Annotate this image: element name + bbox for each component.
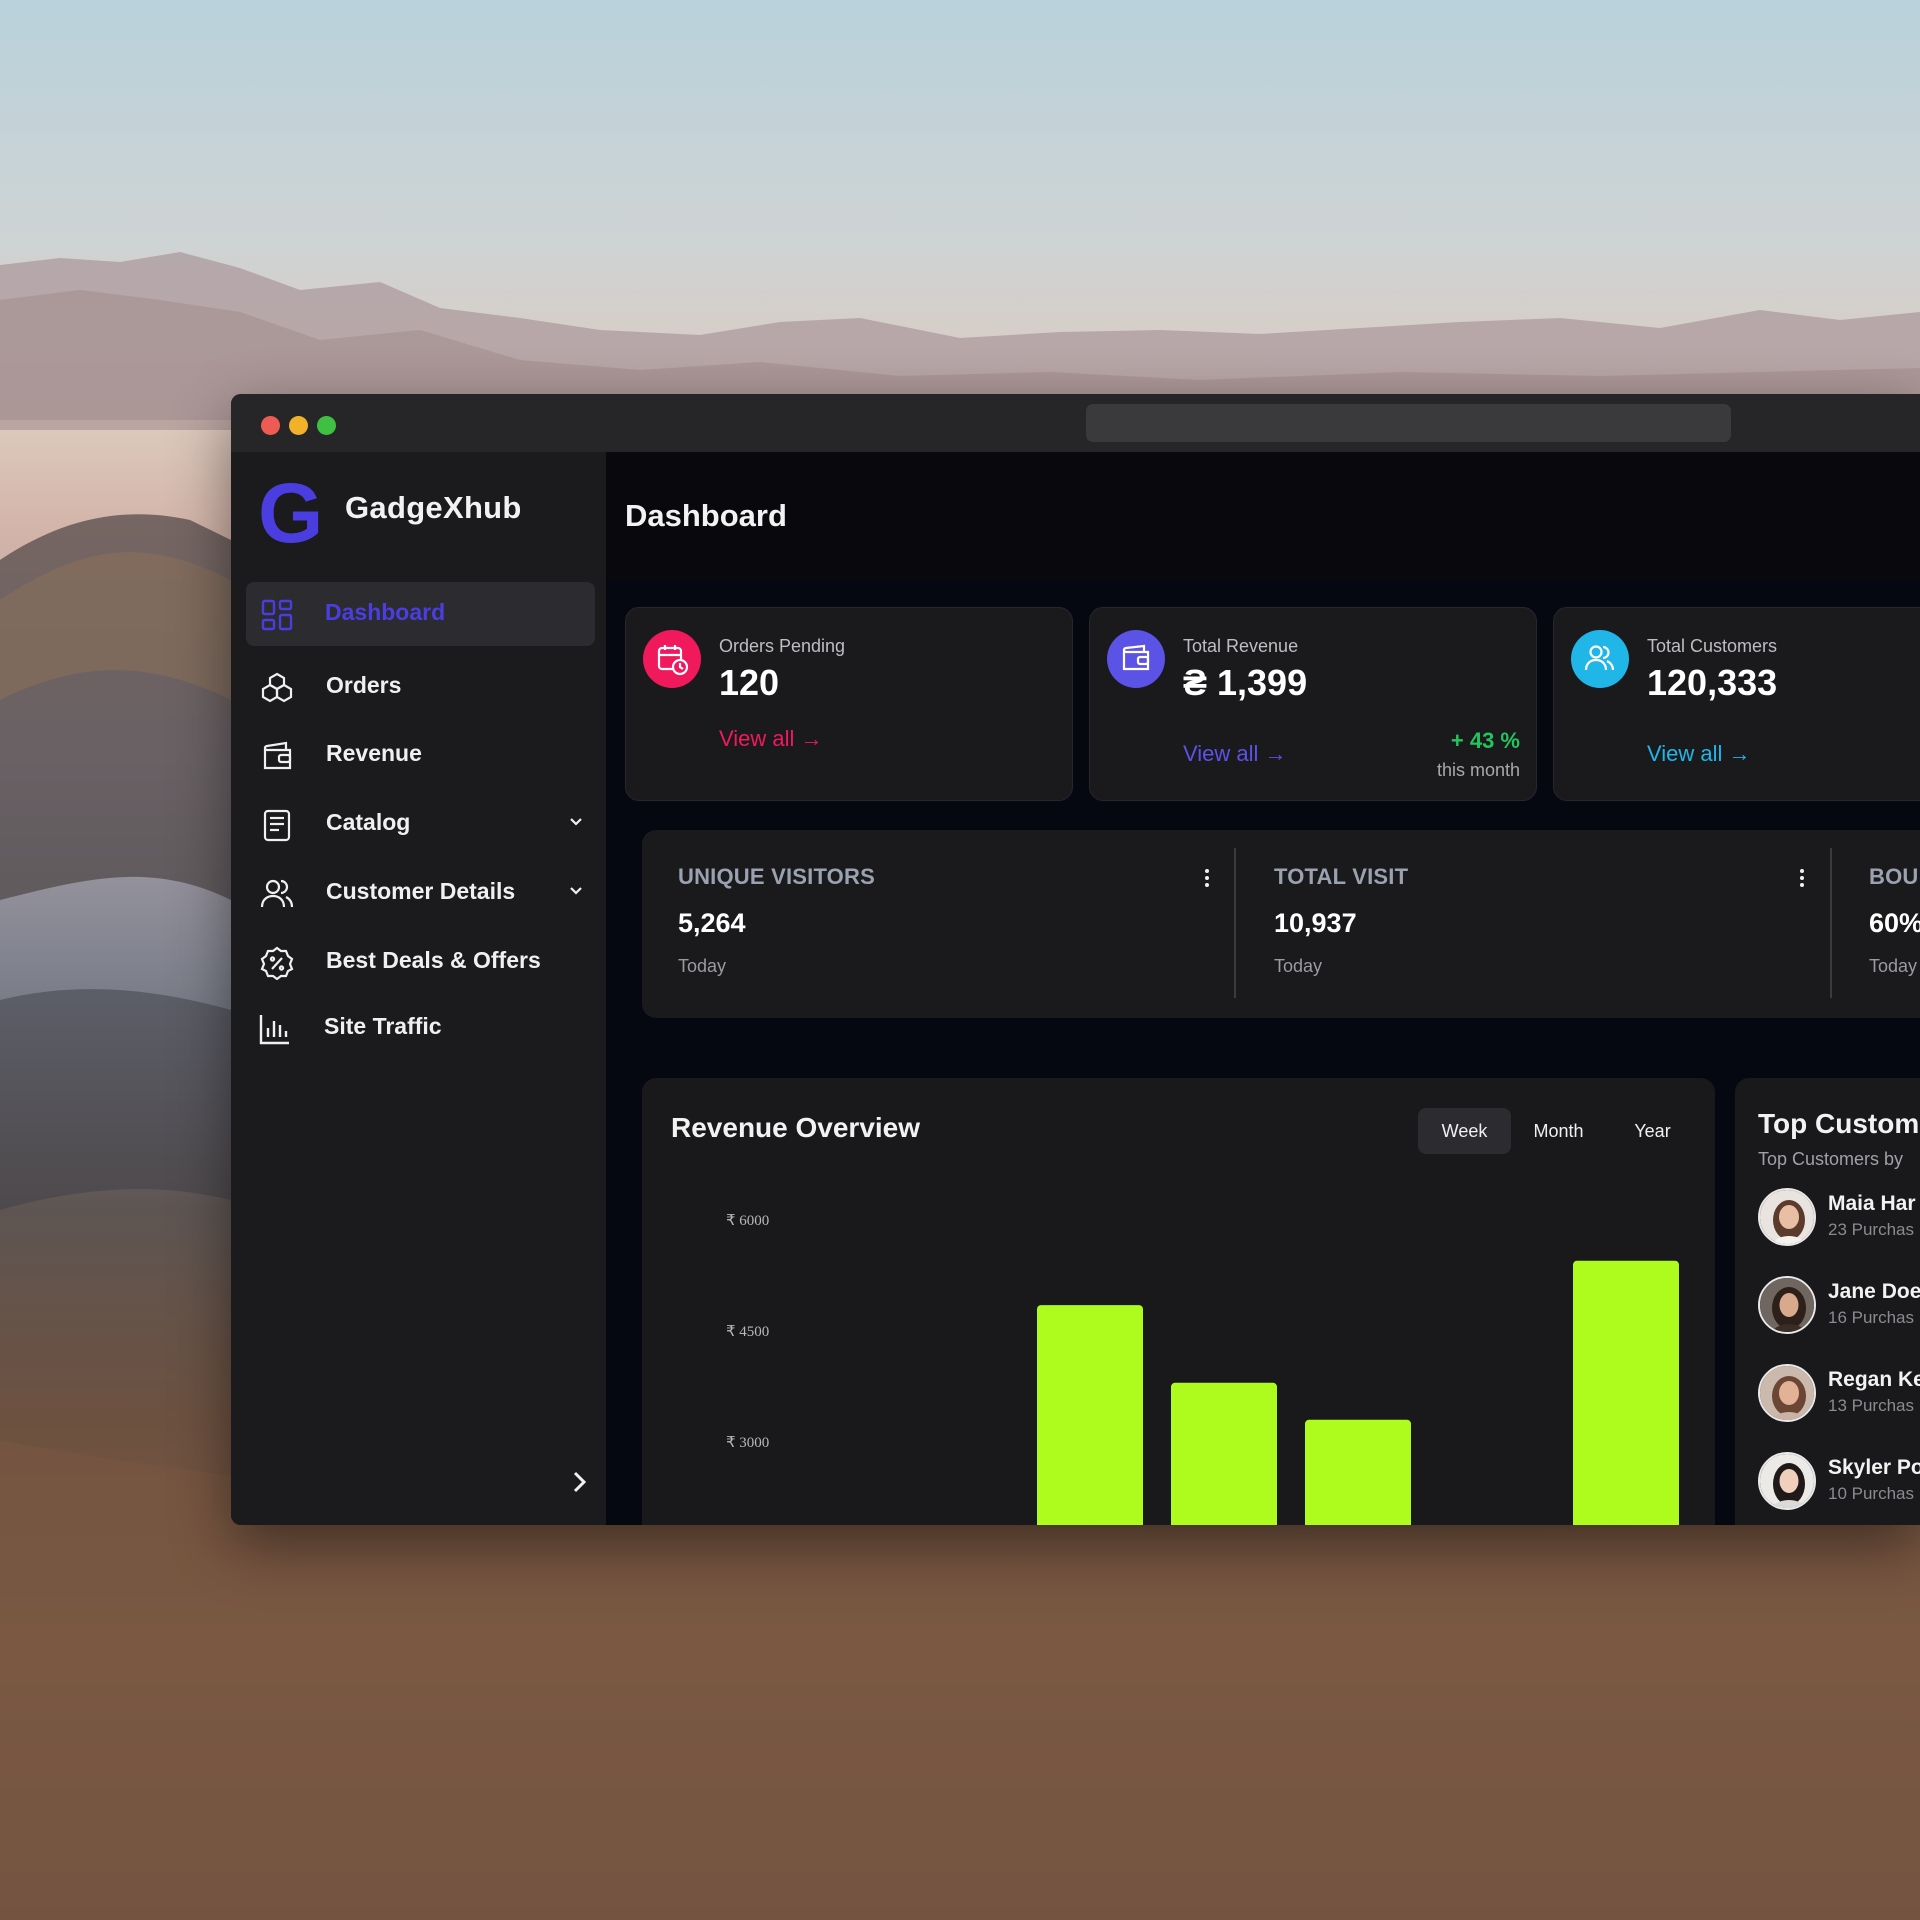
bar-chart-icon	[259, 1015, 289, 1045]
stat-change: + 43 %	[1450, 728, 1520, 753]
stat-period: this month	[1436, 760, 1520, 780]
view-all-link[interactable]: View all →	[719, 726, 823, 752]
users-icon	[1571, 630, 1629, 688]
visitor-stat-period: Today	[1869, 956, 1918, 976]
wallet-icon	[1107, 630, 1165, 688]
visitor-stat-title: UNIQUE VISITORS	[678, 864, 875, 889]
visitor-stat-title: TOTAL VISIT	[1274, 864, 1409, 889]
stat-label: Orders Pending	[719, 636, 846, 656]
wallet-icon	[263, 741, 292, 770]
customer-item[interactable]: Maia Har 23 Purchas	[1758, 1188, 1920, 1248]
unique-visitors-stat: UNIQUE VISITORS 5,264 Today	[678, 830, 1238, 1018]
window-titlebar	[231, 394, 1920, 452]
brand-logo[interactable]: G	[258, 478, 320, 548]
y-axis-tick-label: ₹ 6000	[726, 1213, 769, 1229]
avatar	[1758, 1276, 1816, 1334]
cubes-icon	[261, 672, 293, 703]
sidebar-item-label: Best Deals & Offers	[326, 947, 541, 973]
visitor-stat-value: 10,937	[1274, 908, 1357, 938]
customer-item[interactable]: Jane Doe 16 Purchas	[1758, 1276, 1920, 1336]
avatar	[1758, 1364, 1816, 1422]
y-axis-tick-label: ₹ 4500	[726, 1324, 769, 1340]
customer-item[interactable]: Skyler Po 10 Purchas	[1758, 1452, 1920, 1512]
customer-purchases: 13 Purchas	[1828, 1396, 1914, 1415]
more-options-icon[interactable]	[1204, 868, 1210, 888]
avatar	[1758, 1188, 1816, 1246]
svg-text:G: G	[258, 478, 320, 548]
sidebar-item-label: Customer Details	[326, 878, 516, 904]
customer-name: Maia Har	[1828, 1192, 1916, 1215]
customer-name: Skyler Po	[1828, 1456, 1920, 1479]
avatar	[1758, 1452, 1816, 1510]
brand-name: GadgeXhub	[345, 490, 522, 525]
document-icon	[263, 809, 291, 842]
bounce-rate-stat: BOU 60% Today	[1869, 830, 1920, 1018]
visitor-stat-value: 60%	[1869, 908, 1920, 938]
y-axis-tick-label: ₹ 3000	[726, 1435, 769, 1451]
discount-badge-icon	[260, 946, 294, 980]
customer-item[interactable]: Regan Ke 13 Purchas	[1758, 1364, 1920, 1424]
stat-value: 120,333	[1647, 662, 1778, 703]
minimize-window-button[interactable]	[289, 416, 308, 435]
customer-name: Jane Doe	[1828, 1280, 1920, 1303]
visitor-stat-period: Today	[1274, 956, 1323, 976]
view-all-link[interactable]: View all →	[1647, 741, 1751, 767]
revenue-bar[interactable]	[1171, 1382, 1277, 1525]
stat-label: Total Customers	[1647, 636, 1778, 656]
stat-value: ₴ 1,399	[1183, 662, 1308, 703]
visitor-stat-value: 5,264	[678, 908, 746, 938]
visitors-panel: UNIQUE VISITORS 5,264 Today TOTAL VISIT …	[642, 830, 1920, 1018]
chevron-down-icon[interactable]	[567, 881, 585, 899]
stat-label: Total Revenue	[1183, 636, 1299, 656]
users-icon	[260, 879, 294, 908]
divider	[1830, 848, 1832, 998]
revenue-bar[interactable]	[1573, 1260, 1679, 1525]
customer-purchases: 23 Purchas	[1828, 1220, 1914, 1239]
customer-purchases: 16 Purchas	[1828, 1308, 1914, 1327]
maximize-window-button[interactable]	[317, 416, 336, 435]
stat-card-total-customers: Total Customers 120,333 View all → + thi…	[1553, 607, 1920, 801]
top-customers-panel: Top Custom Top Customers by Maia Har 23 …	[1735, 1078, 1920, 1525]
sidebar-item-label: Revenue	[326, 740, 422, 766]
revenue-overview-panel: Revenue Overview Week Month Year ₹ 6000 ₹…	[642, 1078, 1715, 1525]
visitor-stat-title: BOU	[1869, 864, 1919, 889]
page-title: Dashboard	[625, 498, 787, 533]
chevron-down-icon[interactable]	[567, 812, 585, 830]
sidebar-item-dashboard[interactable]: Dashboard	[246, 582, 595, 646]
divider	[1234, 848, 1236, 998]
stat-card-orders-pending: Orders Pending 120 View all →	[625, 607, 1073, 801]
dashboard-grid-icon	[261, 599, 293, 631]
customer-purchases: 10 Purchas	[1828, 1484, 1914, 1503]
calendar-clock-icon	[643, 630, 701, 688]
visitor-stat-period: Today	[678, 956, 727, 976]
sidebar-item-label: Orders	[326, 672, 402, 698]
view-all-link[interactable]: View all →	[1183, 741, 1287, 767]
address-bar[interactable]	[1086, 404, 1731, 442]
app-window: G GadgeXhub Dashboard Orders Revenue Cat…	[231, 394, 1920, 1525]
total-visit-stat: TOTAL VISIT 10,937 Today	[1274, 830, 1834, 1018]
chevron-right-icon[interactable]	[565, 1462, 595, 1502]
revenue-bar-chart: ₹ 6000 ₹ 4500 ₹ 3000	[726, 1213, 1679, 1525]
revenue-bar[interactable]	[1305, 1419, 1411, 1525]
revenue-bar[interactable]	[1037, 1305, 1143, 1525]
more-options-icon[interactable]	[1799, 868, 1805, 888]
close-window-button[interactable]	[261, 416, 280, 435]
sidebar-item-label: Catalog	[326, 809, 411, 835]
sidebar-item-label: Site Traffic	[324, 1013, 442, 1039]
stat-card-total-revenue: Total Revenue ₴ 1,399 View all → + 43 % …	[1089, 607, 1537, 801]
top-customers-subtitle: Top Customers by	[1758, 1149, 1904, 1169]
top-customers-title: Top Custom	[1758, 1108, 1920, 1139]
sidebar: G GadgeXhub Dashboard Orders Revenue Cat…	[231, 452, 606, 1525]
sidebar-item-label: Dashboard	[325, 599, 446, 625]
stat-value: 120	[719, 662, 780, 703]
customer-name: Regan Ke	[1828, 1368, 1920, 1391]
